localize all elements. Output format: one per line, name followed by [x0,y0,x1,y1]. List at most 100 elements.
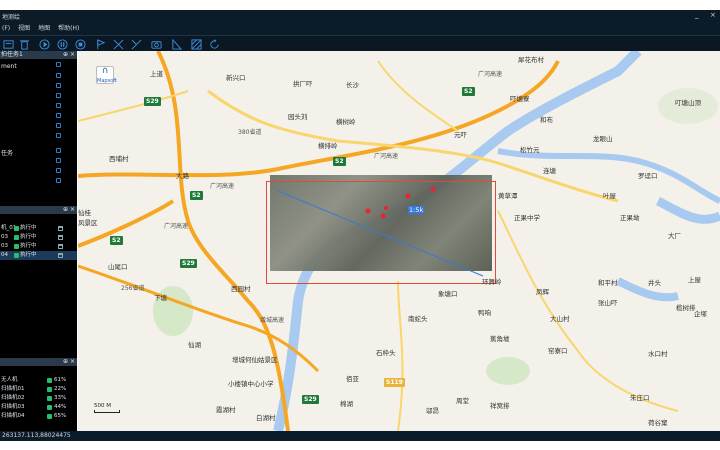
place-label: 正果中学 [514,214,540,222]
progress-row[interactable]: 无人机 61% [0,376,77,385]
place-label: 大厂 [668,232,681,240]
hatch-icon[interactable] [190,38,202,50]
coordinate-readout: 263137.113,88024475 [2,432,71,439]
menu-map[interactable]: 地图 [38,22,50,35]
pin-icon[interactable]: ⊕ [63,51,68,59]
close-button[interactable]: × [710,11,716,19]
item-icon [56,103,61,108]
bottom-edge [0,441,720,450]
item-icon [56,133,61,138]
refresh-icon[interactable] [208,38,220,50]
place-label: 叶屋 [603,192,616,200]
cross-flags-icon[interactable] [112,38,124,50]
road-label: 广河高速 [374,153,399,160]
place-label: 长沙 [346,81,359,89]
road-label: 广河高速 [210,183,235,190]
exec-status: 执行中 [20,243,37,249]
road-shield: S2 [190,191,203,200]
place-label: 和平村 [598,279,618,287]
close-icon[interactable]: × [70,206,75,214]
place-label: 企塚 [694,310,707,318]
play-icon[interactable] [38,38,50,50]
stop-icon[interactable] [74,38,86,50]
task-item[interactable]: ment [1,63,17,70]
place-label: 松竹元 [520,146,540,154]
status-dot-icon [47,405,52,410]
menu-file[interactable]: (F) [2,22,10,35]
place-label: 邬昂 [426,407,439,415]
place-label: 罗迳口 [638,172,658,180]
exec-name: 04 [1,252,8,258]
map-view[interactable]: 1:5k ∩ Mapsoft 上道 新兴口 拱厂吓 长沙 犀花布村 吓塘寮 叮塘山顶 园头刘 横树… [78,51,720,431]
item-icon [56,158,61,163]
place-label: 大路 [176,172,189,180]
place-label: 犀花布村 [518,56,544,64]
place-label: 仙湖 [188,341,201,349]
progress-row[interactable]: 扫描机04 65% [0,412,77,421]
status-dot-icon [14,226,19,231]
place-label: 大山村 [550,315,570,323]
place-label: 朱庄口 [630,394,650,402]
exec-row[interactable]: 04 执行中 [0,251,77,260]
camera-icon[interactable] [150,38,162,50]
road-shield: S2 [333,157,346,166]
place-label: 石枠头 [376,349,396,357]
place-label: 上道 [150,70,163,78]
delete-icon[interactable] [58,226,63,231]
road-label: 380省道 [238,129,262,136]
place-label: 山尾口 [108,263,128,271]
status-dot-icon [47,387,52,392]
line-flags-icon[interactable] [130,38,142,50]
place-label: 和布 [540,116,553,124]
exec-row[interactable]: 机_01... 执行中 [0,224,77,233]
item-icon [56,73,61,78]
place-label: 棉湖 [340,400,353,408]
road-label: 256省道 [121,285,145,292]
place-label: 周堂 [456,397,469,405]
status-dot-icon [14,244,19,249]
exec-panel-header: ⊕ × [0,206,77,214]
map-logo: ∩ Mapsoft [96,66,117,84]
road-shield: S29 [144,97,161,106]
ruler-icon[interactable] [170,38,182,50]
delete-icon[interactable] [18,38,30,50]
progress-row[interactable]: 扫描机03 44% [0,403,77,412]
place-label: 仙桂 [78,209,91,217]
minimize-button[interactable]: _ [695,11,699,19]
place-label: 黄草潭 [498,192,518,200]
logo-text: Mapsoft [97,78,117,84]
progress-row[interactable]: 扫描机02 33% [0,394,77,403]
road-label: 广河高速 [478,71,503,78]
pin-icon[interactable]: ⊕ [63,358,68,366]
road-shield: S119 [384,378,405,387]
delete-icon[interactable] [58,244,63,249]
place-label: 下塘 [154,294,167,302]
place-label: 白湖村 [256,414,276,422]
menu-view[interactable]: 视图 [18,22,30,35]
progress-name: 扫描机01 [1,386,25,392]
place-label: 凤辉 [536,288,549,296]
new-icon[interactable] [2,38,14,50]
pause-icon[interactable] [56,38,68,50]
close-icon[interactable]: × [70,358,75,366]
delete-icon[interactable] [58,235,63,240]
flag-icon[interactable] [94,38,106,50]
pin-icon[interactable]: ⊕ [63,206,68,214]
delete-icon[interactable] [58,253,63,258]
item-icon [56,148,61,153]
title-bar: 地测绘 _ × [0,10,720,22]
exec-row[interactable]: 03 执行中 [0,233,77,242]
exec-row[interactable]: 03 执行中 [0,242,77,251]
place-label: 井头 [648,279,661,287]
place-label: 上屋 [688,276,701,284]
place-label: 南蛇头 [408,315,428,323]
place-label: 新兴口 [226,74,246,82]
status-dot-icon [14,253,19,258]
road-label: 增城高速 [260,317,285,324]
close-icon[interactable]: × [70,51,75,59]
menu-help[interactable]: 帮助(H) [58,22,79,35]
item-icon [56,83,61,88]
progress-row[interactable]: 扫描机01 22% [0,385,77,394]
place-label: 张山吓 [598,299,618,307]
scale-text: 500 M [94,403,111,409]
